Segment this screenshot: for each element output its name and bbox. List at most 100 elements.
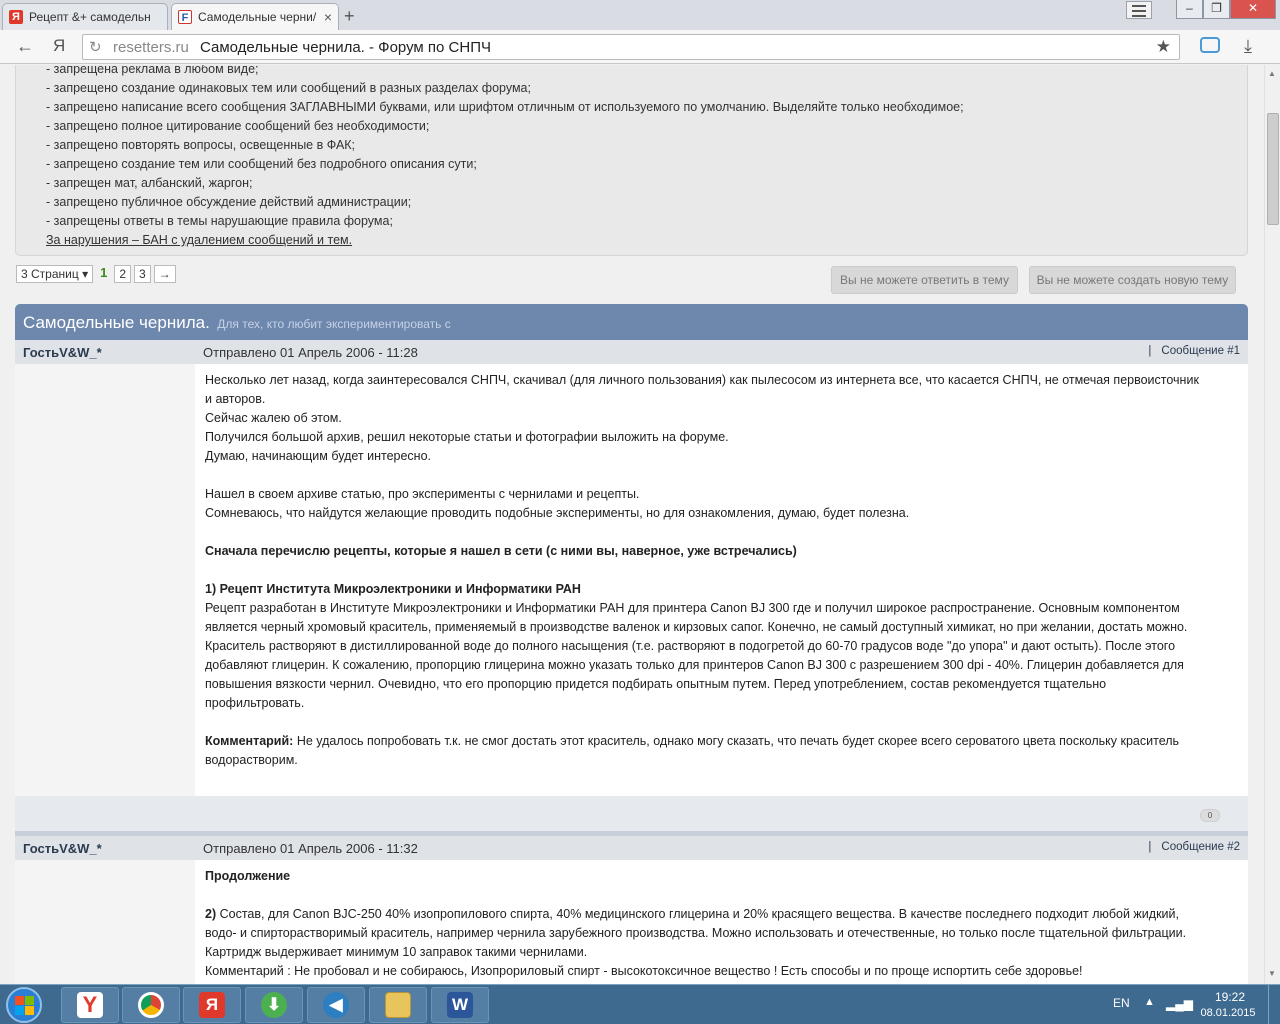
post-line: и авторов. — [205, 392, 266, 406]
download-icon[interactable]: ⤓ — [1244, 36, 1252, 57]
post-bold-line: Продолжение — [205, 869, 291, 883]
clock-time[interactable]: 19:22 — [1200, 990, 1260, 1004]
reply-disabled-button[interactable]: Вы не можете ответить в тему — [831, 266, 1018, 294]
taskbar-yandex[interactable]: Я — [183, 987, 241, 1023]
rule-line: - запрещено написание всего сообщения ЗА… — [46, 100, 964, 114]
post-line: Несколько лет назад, когда заинтересовал… — [205, 373, 1199, 387]
author-sidebar — [15, 860, 195, 984]
post-1: ГостьV&W_* Отправлено 01 Апрель 2006 - 1… — [15, 340, 1248, 837]
post-line: Получился большой архив, решил некоторые… — [205, 430, 729, 444]
recipe-heading: 1) Рецепт Института Микроэлектроники и И… — [205, 582, 581, 596]
address-page-title: Самодельные чернила. - Форум по СНПЧ — [200, 39, 491, 56]
page-count-label: 3 Страниц — [21, 267, 79, 281]
forum-rules-box: - запрещена реклама в любом виде; - запр… — [15, 65, 1248, 256]
folder-icon — [385, 992, 411, 1018]
topic-title: Самодельные чернила. — [23, 313, 210, 332]
rule-line: - запрещено создание одинаковых тем или … — [46, 81, 531, 95]
tab-label: Рецепт &+ самодельн — [29, 10, 151, 24]
post-line: является черный хромовый краситель, прим… — [205, 620, 1188, 634]
navigation-bar: ← Я ↻ resetters.ru Самодельные чернила. … — [0, 30, 1280, 64]
post-line: добавляют глицерин. К сожалению, пропорц… — [205, 658, 1184, 672]
start-button-icon[interactable] — [6, 987, 42, 1023]
topic-description: Для тех, кто любит экспериментировать с — [217, 317, 451, 331]
post-body: Несколько лет назад, когда заинтересовал… — [15, 364, 1248, 796]
minimize-icon[interactable]: – — [1176, 0, 1203, 19]
post-footer: 0 — [15, 796, 1248, 831]
taskbar-explorer[interactable] — [369, 987, 427, 1023]
show-desktop-button[interactable] — [1268, 985, 1280, 1024]
tab-recipe[interactable]: Я Рецепт &+ самодельн — [2, 3, 168, 30]
yandex-icon: Я — [199, 992, 225, 1018]
rule-line: - запрещен мат, албанский, жаргон; — [46, 176, 253, 190]
ban-warning: За нарушения – БАН с удалением сообщений… — [46, 233, 353, 247]
post-line: водо- и спирторастворимый краситель, нап… — [205, 926, 1187, 940]
post-bold-line: Сначала перечислю рецепты, которые я наш… — [205, 544, 797, 558]
vertical-scrollbar[interactable]: ▲ ▼ — [1264, 65, 1280, 984]
post-line: Думаю, начинающим будет интересно. — [205, 449, 432, 463]
scroll-up-icon[interactable]: ▲ — [1268, 69, 1276, 78]
page-link-3[interactable]: 3 — [134, 265, 151, 283]
tray-expand-icon[interactable]: ▲ — [1144, 996, 1155, 1008]
separator: | — [1148, 841, 1152, 853]
reputation-badge[interactable]: 0 — [1200, 809, 1220, 822]
page-count-dropdown[interactable]: 3 Страниц ▾ — [16, 265, 94, 283]
new-topic-disabled-button[interactable]: Вы не можете создать новую тему — [1029, 266, 1236, 294]
scroll-down-icon[interactable]: ▼ — [1268, 969, 1276, 978]
tab-label: Самодельные черни/ — [198, 10, 317, 24]
post-number-label: Сообщение #1 — [1161, 345, 1240, 357]
post-line: 2) Состав, для Canon BJC-250 40% изопроп… — [205, 905, 1244, 924]
reload-icon[interactable]: ↻ — [89, 38, 102, 56]
post-2: ГостьV&W_* Отправлено 01 Апрель 2006 - 1… — [15, 836, 1248, 984]
post-line: водорастворим. — [205, 753, 298, 767]
bookmark-star-icon[interactable]: ★ — [1156, 37, 1171, 57]
post-date: Отправлено 01 Апрель 2006 - 11:28 — [203, 345, 418, 360]
taskbar-chrome[interactable] — [122, 987, 180, 1023]
post-number[interactable]: | Сообщение #1 — [1148, 345, 1240, 357]
rule-line: - запрещено создание тем или сообщений б… — [46, 157, 477, 171]
taskbar-audio[interactable]: ◀ — [307, 987, 365, 1023]
author-sidebar — [15, 364, 195, 796]
tab-ink-forum[interactable]: F Самодельные черни/ × — [171, 3, 339, 30]
taskbar: Y Я ⬇ ◀ W EN ▲ ▂▄▆ 19:22 08.01.2015 — [0, 984, 1280, 1024]
current-page: 1 — [100, 265, 108, 280]
back-icon[interactable]: ← — [16, 36, 34, 57]
taskbar-word[interactable]: W — [431, 987, 489, 1023]
pagination: 3 Страниц ▾ 1 2 3 → — [16, 265, 176, 283]
post-author[interactable]: ГостьV&W_* — [23, 345, 102, 360]
yandex-favicon-icon: Я — [9, 10, 23, 24]
address-domain: resetters.ru — [113, 39, 189, 56]
taskbar-yandex-browser[interactable]: Y — [61, 987, 119, 1023]
yandex-icon[interactable]: Я — [53, 36, 65, 56]
taskbar-downloader[interactable]: ⬇ — [245, 987, 303, 1023]
separator: | — [1148, 345, 1152, 357]
post-text: Несколько лет назад, когда заинтересовал… — [205, 364, 1248, 796]
post-line: Картридж выдерживает минимум 10 заправок… — [205, 945, 588, 959]
post-header: ГостьV&W_* Отправлено 01 Апрель 2006 - 1… — [15, 836, 1248, 860]
post-author[interactable]: ГостьV&W_* — [23, 841, 102, 856]
comment-label: Комментарий: — [205, 734, 294, 748]
address-bar[interactable]: ↻ resetters.ru Самодельные чернила. - Фо… — [82, 34, 1180, 60]
post-header: ГостьV&W_* Отправлено 01 Апрель 2006 - 1… — [15, 340, 1248, 364]
sync-icon[interactable] — [1200, 37, 1220, 53]
comment-line: Комментарий: Не удалось попробовать т.к.… — [205, 732, 1244, 751]
scroll-thumb[interactable] — [1267, 113, 1279, 225]
post-line: повышения вязкости чернил. Очевидно, что… — [205, 677, 1107, 691]
comment-text: Не удалось попробовать т.к. не смог дост… — [293, 734, 1180, 748]
close-tab-icon[interactable]: × — [324, 9, 332, 25]
next-page-link[interactable]: → — [153, 265, 176, 283]
language-indicator[interactable]: EN — [1113, 996, 1130, 1010]
network-signal-icon[interactable]: ▂▄▆ — [1166, 997, 1193, 1011]
maximize-icon[interactable]: ❐ — [1203, 0, 1230, 19]
post-number[interactable]: | Сообщение #2 — [1148, 841, 1240, 853]
topic-header: Самодельные чернила. Для тех, кто любит … — [15, 304, 1248, 340]
page-content: - запрещена реклама в любом виде; - запр… — [0, 65, 1264, 984]
rule-line: - запрещено полное цитирование сообщений… — [46, 119, 430, 133]
close-window-icon[interactable]: ✕ — [1230, 0, 1276, 19]
browser-menu-icon[interactable] — [1126, 1, 1152, 19]
post-text: Продолжение 2) Состав, для Canon BJC-250… — [205, 860, 1248, 981]
page-link-2[interactable]: 2 — [114, 265, 132, 283]
rule-line: - запрещена реклама в любом виде; — [46, 65, 259, 76]
clock-date[interactable]: 08.01.2015 — [1196, 1007, 1260, 1019]
new-tab-icon[interactable]: + — [344, 6, 355, 27]
rule-line: - запрещены ответы в темы нарушающие пра… — [46, 214, 393, 228]
